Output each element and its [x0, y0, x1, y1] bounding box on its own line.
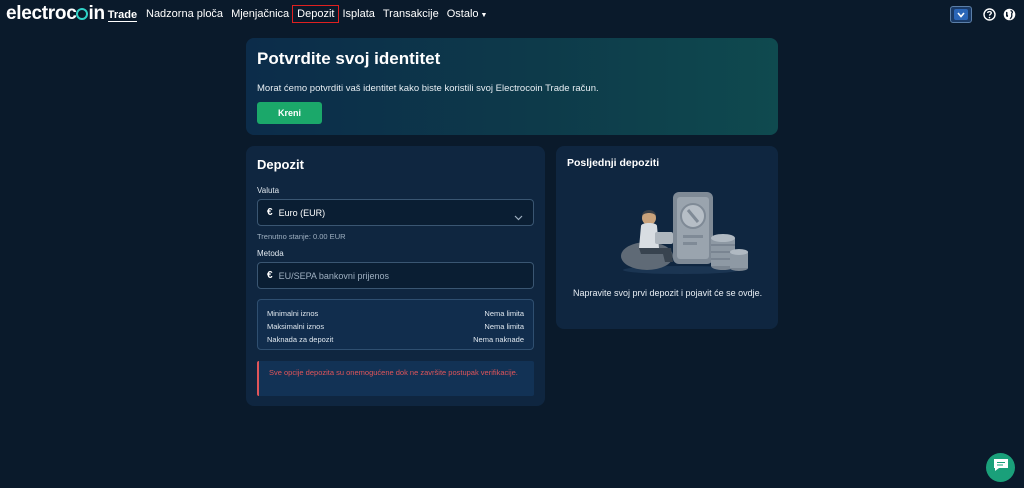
recent-deposits-panel: Posljednji depoziti Napravite svoj prvi … [556, 146, 778, 329]
limit-value: Nema limita [484, 309, 524, 318]
limit-label: Maksimalni iznos [267, 322, 325, 331]
limit-row: Naknada za depozit Nema naknade [267, 333, 524, 346]
nav-item-isplata[interactable]: Isplata [338, 6, 378, 22]
euro-icon: € [267, 207, 273, 218]
limit-value: Nema limita [484, 322, 524, 331]
limit-label: Minimalni iznos [267, 309, 319, 318]
limit-value: Nema naknade [473, 335, 524, 344]
globe-icon[interactable] [1002, 8, 1016, 22]
recent-deposits-title: Posljednji depoziti [567, 157, 660, 169]
currency-select[interactable]: € Euro (EUR) [257, 199, 534, 226]
empty-state-illustration [621, 192, 748, 274]
balance-note: Trenutno stanje: 0.00 EUR [257, 232, 346, 241]
method-value: EU/SEPA bankovni prijenos [278, 270, 389, 281]
nav-right-controls [950, 6, 1016, 23]
start-verification-button[interactable]: Kreni [257, 102, 322, 124]
nav-item-mjenjacnica[interactable]: Mjenjačnica [227, 6, 293, 22]
limit-label: Naknada za depozit [267, 335, 334, 344]
brand-logo[interactable]: electroc in Trade [6, 3, 138, 24]
deposit-limits-box: Minimalni iznos Nema limita Maksimalni i… [257, 299, 534, 350]
brand-name: electroc in [6, 3, 105, 24]
verification-warning: Sve opcije depozita su onemogućene dok n… [257, 361, 534, 396]
brand-sub: Trade [107, 9, 138, 22]
main-nav: Nadzorna ploča Mjenjačnica Depozit Ispla… [142, 5, 492, 23]
banner-text: Morat ćemo potvrditi vaš identitet kako … [257, 83, 599, 94]
deposit-title: Depozit [257, 157, 304, 172]
banner-title: Potvrdite svoj identitet [257, 49, 441, 68]
verify-identity-banner: Potvrdite svoj identitet Morat ćemo potv… [246, 38, 778, 135]
method-label: Metoda [257, 249, 284, 258]
chat-support-button[interactable] [986, 453, 1015, 482]
logo-coin-icon [76, 8, 89, 20]
chevron-down-icon [954, 9, 968, 20]
recent-deposits-empty-text: Napravite svoj prvi depozit i pojavit će… [573, 288, 763, 298]
currency-value: Euro (EUR) [278, 207, 326, 218]
method-field[interactable]: € EU/SEPA bankovni prijenos [257, 262, 534, 289]
chevron-down-icon [514, 208, 523, 226]
help-icon[interactable] [982, 8, 996, 22]
deposit-panel: Depozit Valuta € Euro (EUR) Trenutno sta… [246, 146, 545, 406]
caret-down-icon: ▼ [480, 12, 488, 19]
account-dropdown-button[interactable] [950, 6, 972, 23]
currency-label: Valuta [257, 186, 280, 195]
nav-item-ostalo-label: Ostalo [446, 8, 479, 20]
chat-icon [993, 458, 1009, 477]
nav-item-nadzorna-ploca[interactable]: Nadzorna ploča [142, 6, 227, 22]
top-navbar: electroc in Trade Nadzorna ploča Mjenjačn… [0, 0, 1024, 30]
limit-row: Minimalni iznos Nema limita [267, 307, 524, 320]
nav-item-depozit[interactable]: Depozit [292, 5, 340, 23]
euro-icon: € [267, 270, 273, 281]
nav-item-transakcije[interactable]: Transakcije [379, 6, 443, 22]
limit-row: Maksimalni iznos Nema limita [267, 320, 524, 333]
nav-item-ostalo[interactable]: Ostalo ▼ [443, 6, 492, 22]
